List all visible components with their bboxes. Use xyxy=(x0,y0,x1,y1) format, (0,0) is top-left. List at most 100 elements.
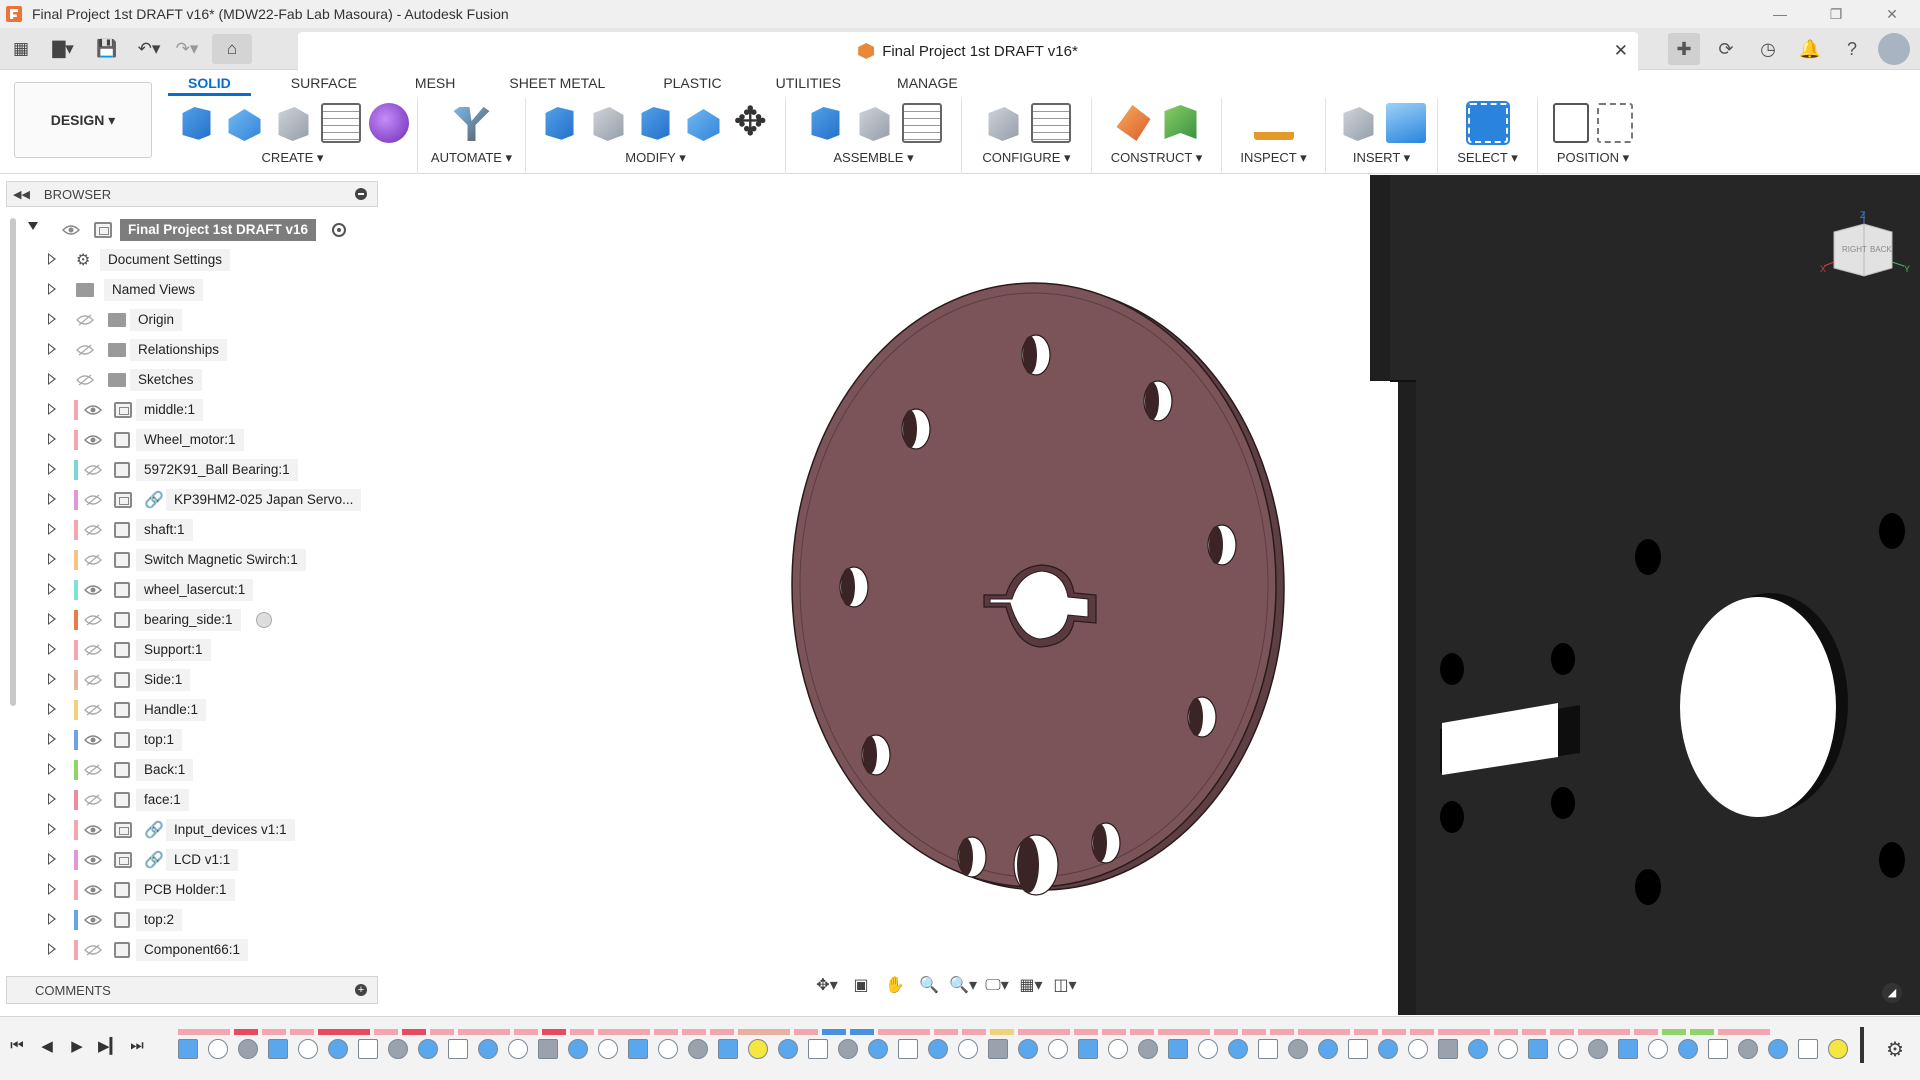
combine-icon[interactable] xyxy=(641,107,670,140)
browser-tree-row[interactable]: bearing_side:1 xyxy=(20,605,380,635)
home-icon[interactable]: ⌂ xyxy=(212,33,252,64)
timeline-feature-icon[interactable] xyxy=(1288,1039,1308,1059)
revert-position-icon[interactable] xyxy=(1597,103,1633,143)
expand-triangle-icon[interactable] xyxy=(48,733,56,745)
visibility-hidden-eye-icon[interactable] xyxy=(76,314,94,326)
browser-minimize-icon[interactable] xyxy=(355,188,367,200)
viewcube-back-label[interactable]: BACK xyxy=(1870,245,1892,254)
viewport-corner-icon[interactable]: ◢ xyxy=(1882,983,1902,1003)
expand-triangle-icon[interactable] xyxy=(48,853,56,865)
zoom-icon[interactable]: 🔍 xyxy=(914,972,944,998)
expand-triangle-icon[interactable] xyxy=(48,823,56,835)
close-icon[interactable]: ✕ xyxy=(1864,0,1920,28)
tab-plastic[interactable]: PLASTIC xyxy=(639,70,751,96)
visibility-eye-icon[interactable] xyxy=(84,824,102,836)
visibility-eye-icon[interactable] xyxy=(84,584,102,596)
job-status-icon[interactable]: ◷ xyxy=(1752,33,1784,65)
browser-item-label[interactable]: bearing_side:1 xyxy=(136,609,241,631)
play-icon[interactable]: ▶ xyxy=(68,1037,86,1055)
visibility-hidden-eye-icon[interactable] xyxy=(84,464,102,476)
browser-tree-row[interactable]: Wheel_motor:1 xyxy=(20,425,380,455)
timeline-settings-gear-icon[interactable]: ⚙ xyxy=(1886,1037,1904,1062)
redo-icon[interactable]: ↷▾ xyxy=(172,34,202,64)
group-assemble-label[interactable]: ASSEMBLE ▾ xyxy=(833,150,913,166)
save-icon[interactable]: 💾 xyxy=(92,34,122,64)
browser-item-label[interactable]: top:1 xyxy=(136,729,183,751)
root-component-label[interactable]: Final Project 1st DRAFT v16 xyxy=(120,219,317,241)
expand-triangle-icon[interactable] xyxy=(48,403,56,415)
timeline-feature-icon[interactable] xyxy=(448,1039,468,1059)
new-tab-plus-icon[interactable]: ✚ xyxy=(1668,33,1700,65)
visibility-hidden-eye-icon[interactable] xyxy=(84,764,102,776)
timeline-feature-icon[interactable] xyxy=(928,1039,948,1059)
activate-radio-icon[interactable] xyxy=(256,612,272,628)
undo-icon[interactable]: ↶▾ xyxy=(134,34,164,64)
browser-item-label[interactable]: Back:1 xyxy=(136,759,194,781)
timeline-feature-icon[interactable] xyxy=(1168,1039,1188,1059)
fillet-icon[interactable] xyxy=(593,107,624,141)
minimize-icon[interactable]: — xyxy=(1752,0,1808,28)
browser-item-label[interactable]: Switch Magnetic Swirch:1 xyxy=(136,549,306,571)
visibility-eye-icon[interactable] xyxy=(84,854,102,866)
expand-triangle-icon[interactable] xyxy=(48,793,56,805)
timeline-feature-icon[interactable] xyxy=(808,1039,828,1059)
browser-item-label[interactable]: top:2 xyxy=(136,909,183,931)
timeline-feature-icon[interactable] xyxy=(268,1039,288,1059)
browser-tree-row[interactable]: Component66:1 xyxy=(20,935,380,965)
expand-triangle-icon[interactable] xyxy=(48,373,56,385)
timeline-feature-icon[interactable] xyxy=(748,1039,768,1059)
file-menu-icon[interactable]: ▇▾ xyxy=(48,34,78,64)
timeline-feature-icon[interactable] xyxy=(238,1039,258,1059)
expand-triangle-icon[interactable] xyxy=(48,613,56,625)
timeline-feature-icon[interactable] xyxy=(1558,1039,1578,1059)
timeline-feature-icon[interactable] xyxy=(1048,1039,1068,1059)
timeline-feature-icon[interactable] xyxy=(688,1039,708,1059)
timeline-feature-icon[interactable] xyxy=(508,1039,528,1059)
browser-panel-header[interactable]: ◀◀ BROWSER xyxy=(6,181,378,207)
timeline-feature-icon[interactable] xyxy=(418,1039,438,1059)
timeline-feature-icon[interactable] xyxy=(388,1039,408,1059)
group-create-label[interactable]: CREATE ▾ xyxy=(262,150,324,166)
viewcube[interactable]: RIGHT BACK X Y Z xyxy=(1820,210,1910,277)
canvas-viewport[interactable]: RIGHT BACK X Y Z ◢ xyxy=(380,175,1920,1015)
browser-item-label[interactable]: middle:1 xyxy=(136,399,204,421)
browser-item-label[interactable]: Origin xyxy=(130,309,183,331)
display-settings-icon[interactable]: 🖵▾ xyxy=(982,972,1012,998)
help-icon[interactable]: ? xyxy=(1836,33,1868,65)
timeline-feature-icon[interactable] xyxy=(1828,1039,1848,1059)
timeline-feature-icon[interactable] xyxy=(1078,1039,1098,1059)
comments-panel-header[interactable]: COMMENTS + xyxy=(6,976,378,1004)
browser-item-label[interactable]: Relationships xyxy=(130,339,228,361)
offset-plane-icon[interactable] xyxy=(1116,105,1151,141)
collapse-arrows-icon[interactable]: ◀◀ xyxy=(13,188,30,201)
sketch-dimension-icon[interactable] xyxy=(320,103,361,143)
expand-triangle-icon[interactable] xyxy=(48,463,56,475)
browser-tree-row[interactable]: Origin xyxy=(20,305,380,335)
pan-icon[interactable]: ✋ xyxy=(880,972,910,998)
joint-icon[interactable] xyxy=(859,107,890,141)
form-icon[interactable] xyxy=(368,103,409,143)
automate-icon[interactable] xyxy=(453,107,490,141)
browser-item-label[interactable]: Handle:1 xyxy=(136,699,207,721)
timeline-feature-icon[interactable] xyxy=(1708,1039,1728,1059)
new-component-icon[interactable] xyxy=(182,107,211,140)
timeline-feature-icon[interactable] xyxy=(1528,1039,1548,1059)
notifications-bell-icon[interactable]: 🔔 xyxy=(1794,33,1826,65)
expand-triangle-icon[interactable] xyxy=(48,523,56,535)
model-render[interactable] xyxy=(380,175,1920,1015)
timeline-feature-icon[interactable] xyxy=(328,1039,348,1059)
disc-model[interactable] xyxy=(791,282,1285,896)
timeline-feature-icon[interactable] xyxy=(178,1039,198,1059)
group-modify-label[interactable]: MODIFY ▾ xyxy=(625,150,685,166)
browser-tree-row[interactable]: Sketches xyxy=(20,365,380,395)
browser-tree-row[interactable]: top:1 xyxy=(20,725,380,755)
visibility-hidden-eye-icon[interactable] xyxy=(84,674,102,686)
browser-item-label[interactable]: 5972K91_Ball Bearing:1 xyxy=(136,459,298,481)
browser-item-label[interactable]: shaft:1 xyxy=(136,519,193,541)
browser-tree-row[interactable]: 5972K91_Ball Bearing:1 xyxy=(20,455,380,485)
browser-tree-row[interactable]: Support:1 xyxy=(20,635,380,665)
visibility-eye-icon[interactable] xyxy=(84,734,102,746)
timeline-feature-icon[interactable] xyxy=(1138,1039,1158,1059)
expand-triangle-icon[interactable] xyxy=(48,553,56,565)
measure-icon[interactable] xyxy=(1253,116,1294,140)
